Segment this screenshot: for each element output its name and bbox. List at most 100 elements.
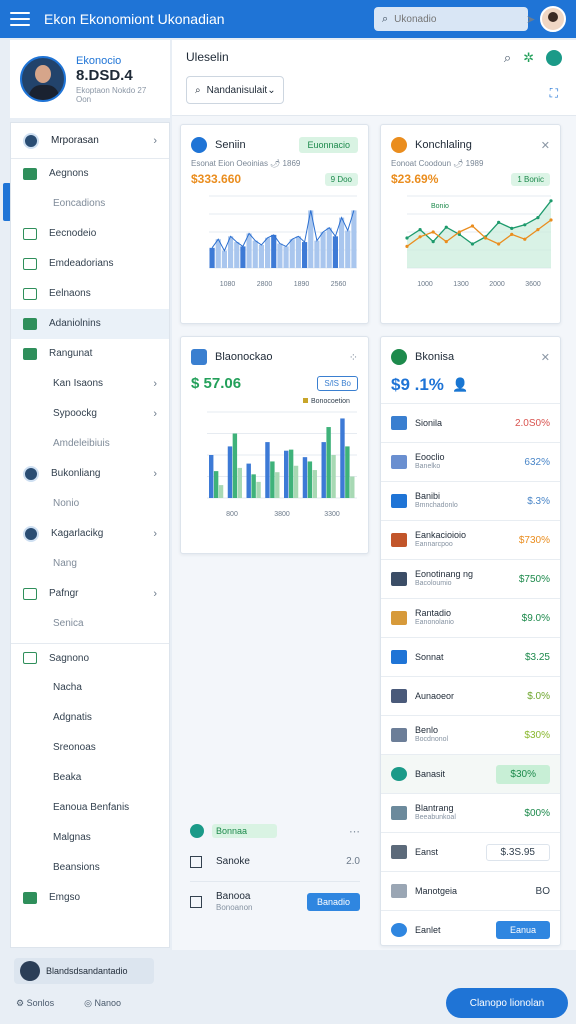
ranking-row[interactable]: Rantadio Eanonolanio $9.0% [381,598,560,637]
filter-dropdown[interactable]: ⌕ Nandanisulait ⌄ [186,76,284,104]
sidebar-item-label: Aegnons [49,168,89,179]
image-icon [391,455,407,469]
ranking-row[interactable]: Sionila 2.0S0% [381,403,560,442]
more-icon[interactable]: ⋯ [349,825,360,838]
sidebar-item-9[interactable]: Sypoockg › [11,399,169,429]
sidebar-item-19[interactable]: Adgnatis [11,703,169,733]
send-icon[interactable]: ➤ [526,13,535,26]
ranking-row[interactable]: Banibi Bmnchadonlo $.3% [381,481,560,520]
status-chip[interactable]: Bonnaa [212,824,278,838]
ranking-row[interactable]: Eanlet Eanua [381,910,560,945]
search-icon[interactable]: ⌕ [504,50,511,66]
notification-icon[interactable] [546,50,562,66]
sidebar-item-4[interactable]: Emdeadorians [11,249,169,279]
ranking-row[interactable]: Eanst $.3S.95 [381,832,560,871]
sidebar-item-1[interactable]: Aegnons [11,159,169,189]
sidebar-item-18[interactable]: Nacha [11,673,169,703]
sidebar-item-21[interactable]: Beaka [11,763,169,793]
top-search[interactable]: ⌕ ➤ [374,7,535,31]
sidebar-item-23[interactable]: Malgnas [11,823,169,853]
sidebar-item-14[interactable]: Nang [11,549,169,579]
status-badge[interactable]: Euonnacio [299,137,358,153]
bell-icon [391,137,407,153]
sparkle-icon[interactable]: ✲ [523,50,534,66]
drag-handle-icon[interactable]: ⁘ [349,351,358,364]
search-input[interactable] [394,13,527,25]
x-tick-label: 3600 [525,281,541,288]
sidebar-item-label: Sagnono [49,652,90,664]
sidebar-item-15[interactable]: Pafngr › [11,579,169,609]
bar [234,242,240,268]
sidebar-item-label: Senica [53,618,84,629]
data-point [549,218,553,222]
close-icon[interactable]: ✕ [541,139,550,152]
footer-link-1[interactable]: ⚙ Sonlos [16,998,54,1009]
circle-icon [391,767,407,781]
grouped-bar-chart: Bonocoetion 800 3800 3300 [207,398,357,518]
sidebar-item-label: Kagarlacikg [51,528,104,539]
profile-avatar[interactable] [20,56,66,102]
chevron-right-icon: › [153,587,157,600]
ranking-row[interactable]: Manotgeia BO [381,871,560,910]
sidebar-item-22[interactable]: Eanoua Benfanis [11,793,169,823]
ranking-row[interactable]: Eooclio Banelko 632% [381,442,560,481]
ranking-row[interactable]: Blantrang Beeabunkoal $00% [381,793,560,832]
card-icon [391,572,407,586]
sidebar-item-17[interactable]: Sagnono [11,643,169,673]
current-user[interactable]: Blandsdsandantadio [14,958,154,984]
sidebar-item-7[interactable]: Rangunat [11,339,169,369]
bar [275,472,280,498]
top-bar: Ekon Ekonomiont Ukonadian ⌕ ➤ [0,0,576,38]
sidebar-item-3[interactable]: Eecnodeio [11,219,169,249]
search-icon: ⌕ [382,12,389,25]
card-title: Bkonisa [415,351,455,363]
x-tick-label: 800 [226,511,238,518]
ranking-row[interactable]: Eonotinang ng Bacoloumio $750% [381,559,560,598]
bar [270,461,275,498]
sidebar-item-0[interactable]: Mrporasan › [11,123,169,159]
action-button[interactable]: Banadio [306,893,360,911]
current-user-name: Blandsdsandantadio [46,966,128,976]
sidebar-item-label: Bukonliang [51,468,101,479]
sidebar-item-2[interactable]: Eoncadions [11,189,169,219]
menu-icon[interactable] [10,12,30,26]
sidebar-item-16[interactable]: Senica [11,609,169,639]
ranking-row[interactable]: Aunaoeor $.0% [381,676,560,715]
sidebar-item-10[interactable]: Amdeleibiuis [11,429,169,459]
sidebar-item-11[interactable]: Bukonliang › [11,459,169,489]
ranking-list: Sionila 2.0S0% Eooclio Banelko 632% Banibi Bmn… [381,403,560,945]
sidebar-item-20[interactable]: Sreonoas [11,733,169,763]
sidebar-item-5[interactable]: Eelnaons [11,279,169,309]
bar [332,236,338,268]
ranking-value: $30% [524,729,550,741]
ranking-action-button[interactable]: Eanua [495,921,550,939]
ranking-row[interactable]: Benlo Bocdnonol $30% [381,715,560,754]
sidebar-item-12[interactable]: Nonio [11,489,169,519]
calendar-icon [23,227,37,240]
primary-cta-button[interactable]: Clanopo lionolan [446,988,568,1018]
expand-icon[interactable]: ⛶ [550,86,558,101]
footer-link-2[interactable]: ◎ Nanoo [84,998,121,1009]
sidebar-item-25[interactable]: Emgso [11,883,169,913]
sidebar-item-8[interactable]: Kan Isaons › [11,369,169,399]
data-point [549,199,553,203]
data-point [510,226,514,230]
user-icon: 👤 [451,377,469,392]
close-icon[interactable]: ✕ [541,351,550,364]
x-tick-label: 3800 [274,511,290,518]
bar [265,237,271,268]
ranking-label: Sionila [415,417,443,428]
bar [302,457,308,498]
sidebar-item-24[interactable]: Beansions [11,853,169,883]
bar [265,442,270,498]
sidebar-item-13[interactable]: Kagarlacikg › [11,519,169,549]
row-sub: Bonoanon [216,903,253,913]
chat-icon [23,347,37,360]
bar [307,461,313,498]
bottom-bar: Blandsdsandantadio ⚙ Sonlos ◎ Nanoo Clan… [0,958,576,1024]
ranking-row[interactable]: Eankacioioio Eannarcpoo $730% [381,520,560,559]
ranking-row[interactable]: Sonnat $3.25 [381,637,560,676]
ranking-row[interactable]: Banasit $30% [381,754,560,793]
sidebar-item-6[interactable]: Adaniolnins [11,309,169,339]
top-avatar[interactable] [540,6,566,32]
